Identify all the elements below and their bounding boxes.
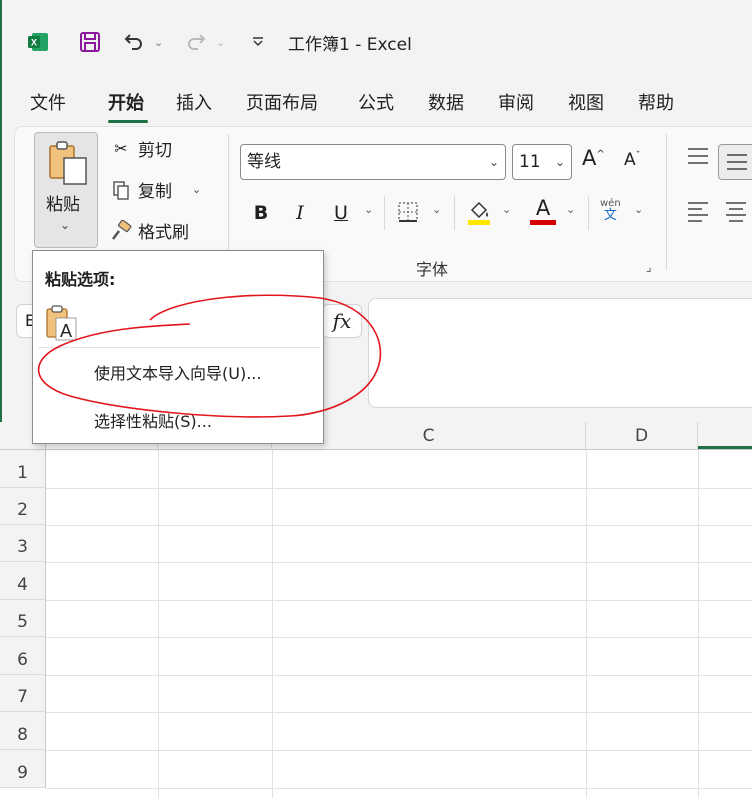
font-color-glyph: A [535, 196, 551, 220]
cut-button[interactable]: ✂ 剪切 [110, 136, 172, 161]
insert-function-button[interactable]: fx [322, 304, 362, 338]
paste-dropdown-icon[interactable]: ⌄ [60, 218, 70, 232]
fill-color-icon[interactable] [466, 198, 492, 230]
save-icon[interactable] [76, 28, 104, 56]
formula-input[interactable] [368, 298, 752, 408]
tab-home[interactable]: 开始 [108, 90, 144, 118]
row-header-5[interactable]: 5 [0, 600, 46, 637]
grid-line [46, 750, 752, 751]
redo-dropdown-icon: ⌄ [216, 36, 226, 49]
undo-icon[interactable] [120, 28, 148, 56]
grid-line [586, 450, 587, 798]
redo-icon [182, 28, 210, 56]
paste-label: 粘贴 [46, 195, 80, 215]
row-header-1[interactable]: 1 [0, 450, 46, 488]
tab-insert[interactable]: 插入 [176, 90, 212, 118]
fill-color-dropdown-icon[interactable]: ⌄ [502, 203, 511, 216]
row-header-7[interactable]: 7 [0, 675, 46, 712]
phonetic-guide-button[interactable]: wén 文 [600, 198, 621, 222]
grid-line [158, 450, 159, 798]
underline-button[interactable]: U [330, 198, 352, 228]
grid-line [46, 788, 752, 789]
borders-icon[interactable] [396, 200, 420, 228]
column-header-d[interactable]: D [586, 422, 698, 450]
svg-text:X: X [31, 38, 37, 48]
keep-text-only-paste-icon[interactable]: A [44, 304, 78, 342]
scissors-icon: ✂ [114, 139, 128, 158]
align-left-icon[interactable] [686, 200, 710, 226]
chevron-down-icon: ⌄ [488, 155, 499, 169]
svg-text:A: A [60, 321, 72, 341]
format-painter-label: 格式刷 [138, 223, 189, 243]
grid-line [698, 450, 699, 798]
worksheet-grid[interactable] [0, 422, 752, 798]
tab-page-layout[interactable]: 页面布局 [246, 90, 318, 118]
font-size-select[interactable]: 11 ⌄ [512, 144, 572, 180]
font-dialog-launcher-icon[interactable]: ⌟ [646, 260, 652, 274]
cut-label: 剪切 [138, 141, 172, 161]
divider [384, 196, 385, 230]
grid-line [46, 525, 752, 526]
grid-line [46, 488, 752, 489]
copy-label: 复制 [138, 182, 172, 202]
increase-font-size-button[interactable]: A^ [582, 146, 605, 170]
italic-button[interactable]: I [290, 198, 310, 228]
phonetic-bottom: 文 [603, 208, 617, 223]
undo-dropdown-icon[interactable]: ⌄ [154, 36, 163, 49]
format-painter-button[interactable]: 格式刷 [110, 218, 189, 243]
paste-special-menu-item[interactable]: 选择性粘贴(S)... [94, 408, 212, 432]
tab-help[interactable]: 帮助 [638, 90, 674, 118]
row-header-8[interactable]: 8 [0, 712, 46, 750]
grid-line [46, 675, 752, 676]
customize-qat-icon[interactable] [244, 28, 272, 56]
copy-button[interactable]: 复制 ⌄ [110, 177, 201, 202]
divider [588, 196, 589, 230]
chevron-down-icon: ⌄ [554, 155, 565, 169]
font-color-button[interactable]: A [530, 196, 556, 225]
font-name-select[interactable]: 等线 ⌄ [240, 144, 506, 180]
divider [454, 196, 455, 230]
tab-view[interactable]: 视图 [568, 90, 604, 118]
font-group-label: 字体 [416, 260, 449, 279]
bold-button[interactable]: B [250, 198, 272, 228]
align-top-icon[interactable] [686, 146, 710, 170]
active-tab-indicator [108, 120, 148, 123]
title-bar: X ⌄ ⌄ 工作簿1 - Excel [0, 0, 752, 80]
copy-icon [110, 179, 132, 201]
grid-line [46, 712, 752, 713]
tab-review[interactable]: 审阅 [498, 90, 534, 118]
row-header-4[interactable]: 4 [0, 562, 46, 600]
tab-file[interactable]: 文件 [30, 90, 66, 118]
format-painter-icon [110, 219, 132, 242]
font-color-dropdown-icon[interactable]: ⌄ [566, 203, 575, 216]
borders-dropdown-icon[interactable]: ⌄ [432, 203, 441, 216]
row-header-3[interactable]: 3 [0, 525, 46, 562]
font-size-value: 11 [519, 152, 541, 172]
copy-dropdown-icon[interactable]: ⌄ [192, 183, 201, 196]
window-title: 工作簿1 - Excel [288, 35, 412, 55]
excel-logo-icon: X [24, 28, 52, 56]
row-header-6[interactable]: 6 [0, 637, 46, 675]
row-header-2[interactable]: 2 [0, 488, 46, 525]
grid-line [46, 600, 752, 601]
align-middle-button[interactable] [718, 144, 752, 180]
group-separator [666, 134, 667, 270]
text-import-wizard-menu-item[interactable]: 使用文本导入向导(U)... [94, 360, 261, 384]
grid-line [46, 637, 752, 638]
grid-line [272, 450, 273, 798]
font-name-value: 等线 [247, 152, 281, 172]
decrease-font-size-button[interactable]: Aˇ [624, 150, 641, 170]
row-header-9[interactable]: 9 [0, 750, 46, 788]
tab-formulas[interactable]: 公式 [358, 90, 394, 118]
paste-icon [46, 140, 90, 190]
paste-options-title: 粘贴选项: [45, 270, 116, 289]
underline-dropdown-icon[interactable]: ⌄ [364, 203, 373, 216]
menu-separator [38, 347, 320, 348]
align-center-icon[interactable] [724, 200, 748, 226]
selected-column-indicator [698, 446, 752, 449]
phonetic-dropdown-icon[interactable]: ⌄ [634, 203, 643, 216]
tab-data[interactable]: 数据 [428, 90, 464, 118]
grid-line [46, 562, 752, 563]
font-color-swatch [530, 220, 556, 225]
